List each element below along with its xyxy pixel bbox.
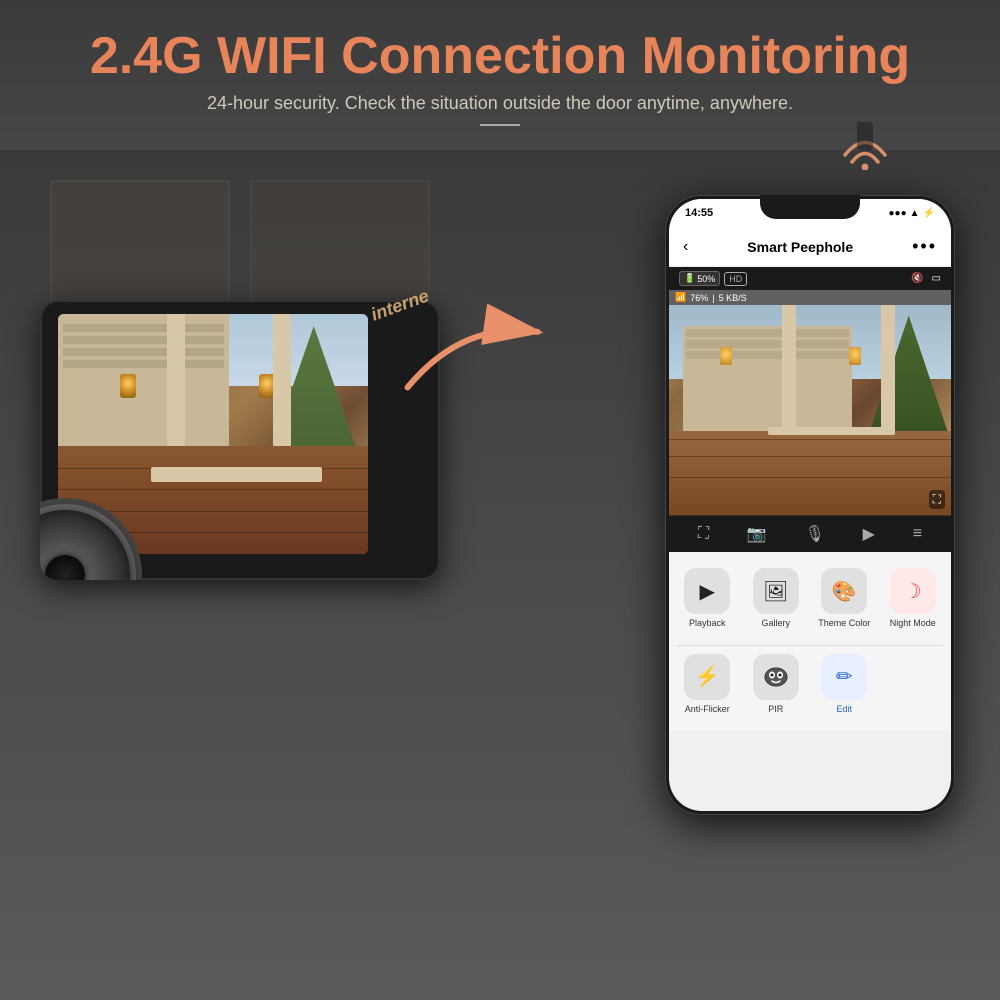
mic-btn[interactable]: 🎙 (805, 524, 825, 544)
video-btn[interactable]: ▶ (863, 524, 875, 544)
expand-icon[interactable]: ⛶ (929, 490, 945, 509)
battery-indicator: 🔋 50% (679, 271, 720, 286)
pir-label: PIR (768, 704, 783, 715)
night-mode-icon: ☽ (890, 568, 936, 614)
wifi-percentage: 76% (690, 293, 708, 303)
pir-svg (762, 663, 790, 691)
snapshot-btn[interactable]: 📷 (747, 524, 767, 544)
wifi-info-bar: 📶 76% | 5 KB/S (669, 290, 951, 305)
phone-screen: 14:55 ●●● ▲ ⚡ ‹ Smart Peephole ••• 🔋 50 (669, 199, 951, 811)
fullscreen-btn[interactable]: ⛶ (698, 525, 709, 543)
gallery-icon: 🖼 (753, 568, 799, 614)
cam-house (683, 326, 852, 442)
app-icons-row1: ▶ Playback 🖼 Gallery 🎨 Theme Color (669, 552, 951, 645)
battery-icon: ⚡ (923, 208, 935, 219)
edit-label: Edit (836, 704, 852, 715)
cam-porch-scene (669, 305, 951, 515)
night-mode-icon-item[interactable]: ☽ Night Mode (879, 560, 948, 637)
theme-color-label: Theme Color (818, 618, 870, 629)
theme-color-icon: 🎨 (821, 568, 867, 614)
edit-icon-item[interactable]: ✏ Edit (810, 646, 879, 723)
cam-railing (768, 427, 895, 435)
gallery-icon-item[interactable]: 🖼 Gallery (742, 560, 811, 637)
signal-bars: ●●● (889, 208, 907, 219)
edit-icon: ✏ (821, 654, 867, 700)
anti-flicker-icon-item[interactable]: ⚡ Anti-Flicker (673, 646, 742, 723)
header: 2.4G WIFI Connection Monitoring 24-hour … (0, 0, 1000, 126)
playback-label: Playback (689, 618, 726, 629)
back-button[interactable]: ‹ (683, 238, 688, 256)
playback-icon: ▶ (684, 568, 730, 614)
phone-notch (760, 195, 860, 219)
night-mode-label: Night Mode (890, 618, 936, 629)
gallery-label: Gallery (761, 618, 790, 629)
app-icons-row2: ⚡ Anti-Flicker (669, 646, 951, 731)
mute-icon[interactable]: 🔇 (911, 273, 923, 284)
sub-title: 24-hour security. Check the situation ou… (0, 93, 1000, 114)
pir-icon (753, 654, 799, 700)
porch-scene-left (58, 314, 368, 554)
network-speed: 5 KB/S (719, 293, 747, 303)
more-button[interactable]: ••• (912, 236, 937, 257)
separator: | (712, 293, 714, 303)
lamp-left (120, 374, 136, 398)
wifi-signal-icon (835, 120, 895, 175)
app-title: Smart Peephole (747, 239, 853, 255)
door-viewer-screen (58, 314, 368, 554)
theme-color-icon-item[interactable]: 🎨 Theme Color (810, 560, 879, 637)
main-title: 2.4G WIFI Connection Monitoring (0, 28, 1000, 85)
header-divider (480, 124, 520, 126)
wifi-icon: ▲ (910, 208, 920, 219)
menu-btn[interactable]: ≡ (913, 525, 922, 543)
porch-railing (151, 467, 322, 482)
quality-badge: HD (724, 272, 747, 286)
arrow-container (390, 310, 550, 395)
screen-icon[interactable]: ▭ (932, 273, 941, 284)
cam-lamp-left (720, 347, 732, 365)
pir-icon-item[interactable]: PIR (742, 646, 811, 723)
toolbar-right: 🔇 ▭ (911, 273, 941, 284)
battery-pct: 50% (697, 274, 715, 284)
camera-toolbar: 🔋 50% HD 🔇 ▭ (669, 267, 951, 290)
toolbar-left: 🔋 50% HD (679, 271, 747, 286)
phone-body: 14:55 ●●● ▲ ⚡ ‹ Smart Peephole ••• 🔋 50 (665, 195, 955, 815)
cam-floor (669, 431, 951, 515)
status-time: 14:55 (685, 207, 713, 219)
controls-row: ⛶ 📷 🎙 ▶ ≡ (669, 515, 951, 552)
anti-flicker-icon: ⚡ (684, 654, 730, 700)
camera-feed: ⛶ (669, 305, 951, 515)
app-bar: ‹ Smart Peephole ••• (669, 227, 951, 267)
playback-icon-item[interactable]: ▶ Playback (673, 560, 742, 637)
smartphone: 14:55 ●●● ▲ ⚡ ‹ Smart Peephole ••• 🔋 50 (665, 195, 955, 815)
wifi-status-icon: 📶 (675, 292, 686, 303)
lens-aperture (45, 555, 85, 580)
empty-slot (879, 646, 948, 723)
status-icons: ●●● ▲ ⚡ (889, 208, 935, 219)
door-viewer-screen-body (40, 300, 440, 580)
cam-lamp-right (849, 347, 861, 365)
anti-flicker-label: Anti-Flicker (685, 704, 730, 715)
